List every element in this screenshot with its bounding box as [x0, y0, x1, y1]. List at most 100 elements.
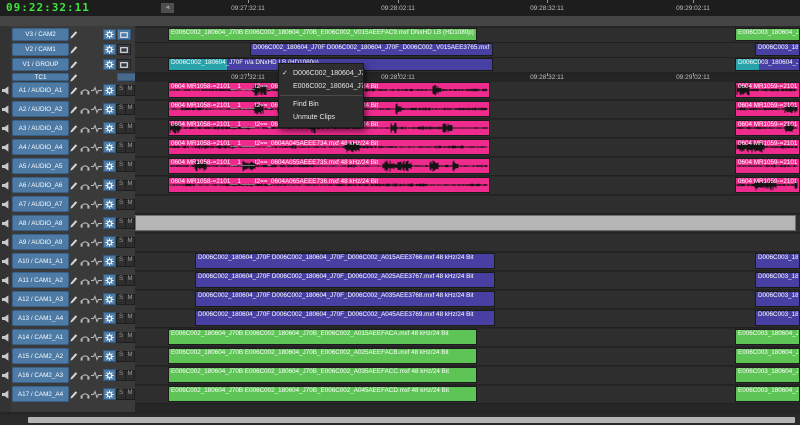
gear-icon[interactable] — [103, 350, 116, 362]
clip-A8-left[interactable] — [135, 215, 796, 231]
clip-A11-left[interactable]: D006C002_180604_J70F D006C002_180604_J70… — [195, 272, 495, 288]
clip-A3-right[interactable]: 0604 MR1059-=2101 — [735, 120, 800, 136]
clip-A15-right[interactable]: E006C003_180604_J7 — [735, 348, 800, 364]
clip-V3-right[interactable]: E006C003_180604_J7 — [735, 28, 800, 41]
pencil-icon[interactable] — [69, 120, 78, 137]
pencil-icon[interactable] — [69, 367, 78, 384]
pencil-icon[interactable] — [69, 139, 78, 156]
monitor-icon[interactable] — [117, 44, 131, 55]
mute-button[interactable]: M — [125, 351, 135, 362]
menu-item-find-bin[interactable]: Find Bin — [279, 98, 363, 111]
gear-icon[interactable] — [103, 312, 116, 324]
gear-icon[interactable] — [103, 179, 116, 191]
gear-icon[interactable] — [103, 141, 116, 153]
pencil-icon[interactable] — [69, 73, 78, 82]
speaker-icon[interactable] — [1, 386, 11, 403]
menu-item-clip[interactable]: ✓D006C002_180604_J70F — [279, 67, 363, 80]
track-label-A16[interactable]: A16 / CAM2_A3 — [12, 367, 69, 383]
gear-icon[interactable] — [103, 59, 116, 70]
clip-V2-right[interactable]: D006C003_18 — [755, 43, 800, 56]
headphones-icon[interactable] — [80, 329, 90, 346]
gear-icon[interactable] — [103, 236, 116, 248]
speaker-icon[interactable] — [1, 215, 11, 232]
pencil-icon[interactable] — [69, 101, 78, 118]
track-label-A2[interactable]: A2 / AUDIO_A2 — [12, 101, 69, 117]
pencil-icon[interactable] — [69, 158, 78, 175]
pencil-icon[interactable] — [69, 215, 78, 232]
pencil-icon[interactable] — [69, 291, 78, 308]
audio-patch-icon[interactable] — [91, 158, 102, 175]
audio-patch-icon[interactable] — [91, 215, 102, 232]
clip-A14-left[interactable]: E006C002_180604_J70B E006C002_180604_J70… — [168, 329, 477, 345]
mute-button[interactable]: M — [125, 180, 135, 191]
gear-icon[interactable] — [103, 274, 116, 286]
track-label-A9[interactable]: A9 / AUDIO_A9 — [12, 234, 69, 250]
mute-button[interactable]: M — [125, 237, 135, 248]
clip-A2-right[interactable]: 0604 MR1059-=2101 — [735, 101, 800, 117]
speaker-icon[interactable] — [1, 348, 11, 365]
clip-A13-left[interactable]: D006C002_180604_J70F D006C002_180604_J70… — [195, 310, 495, 326]
clip-A12-left[interactable]: D006C002_180604_J70F D006C002_180604_J70… — [195, 291, 495, 307]
track-label-A1[interactable]: A1 / AUDIO_A1 — [12, 82, 69, 98]
track-label-A17[interactable]: A17 / CAM2_A4 — [12, 386, 69, 402]
track-label-A3[interactable]: A3 / AUDIO_A3 — [12, 120, 69, 136]
mute-button[interactable]: M — [125, 275, 135, 286]
speaker-icon[interactable] — [1, 367, 11, 384]
mute-button[interactable]: M — [125, 123, 135, 134]
gear-icon[interactable] — [103, 388, 116, 400]
clip-V2-left[interactable]: D006C002_180604_J70F D006C002_180604_J70… — [250, 43, 493, 56]
clip-A13-right[interactable]: D006C003_18 — [755, 310, 800, 326]
headphones-icon[interactable] — [80, 253, 90, 270]
mute-button[interactable]: M — [125, 294, 135, 305]
audio-patch-icon[interactable] — [91, 348, 102, 365]
clip-A5-left[interactable]: 0604 MR1058-=2101__1____t2==_0604A055AEE… — [168, 158, 490, 174]
speaker-icon[interactable] — [1, 272, 11, 289]
pencil-icon[interactable] — [69, 43, 78, 57]
gear-icon[interactable] — [103, 122, 116, 134]
menu-item-unmute-clips[interactable]: Unmute Clips — [279, 111, 363, 124]
gear-icon[interactable] — [103, 369, 116, 381]
scrollbar-thumb[interactable] — [28, 417, 795, 423]
audio-patch-icon[interactable] — [91, 234, 102, 251]
headphones-icon[interactable] — [80, 291, 90, 308]
audio-patch-icon[interactable] — [91, 310, 102, 327]
clip-A11-right[interactable]: D006C003_18 — [755, 272, 800, 288]
headphones-icon[interactable] — [80, 272, 90, 289]
pencil-icon[interactable] — [69, 253, 78, 270]
mute-button[interactable]: M — [125, 85, 135, 96]
mute-button[interactable]: M — [125, 332, 135, 343]
speaker-icon[interactable] — [1, 139, 11, 156]
speaker-icon[interactable] — [1, 253, 11, 270]
track-label-A8[interactable]: A8 / AUDIO_A8 — [12, 215, 69, 231]
headphones-icon[interactable] — [80, 120, 90, 137]
track-label-TC1[interactable]: TC1 — [12, 73, 69, 81]
headphones-icon[interactable] — [80, 82, 90, 99]
track-label-A7[interactable]: A7 / AUDIO_A7 — [12, 196, 69, 212]
track-label-A11[interactable]: A11 / CAM1_A2 — [12, 272, 69, 288]
clip-V3-left[interactable]: E006C002_180604_J70B E006C002_180604_J70… — [168, 28, 477, 41]
gear-icon[interactable] — [103, 255, 116, 267]
clip-A17-right[interactable]: E006C003_180604_J7 — [735, 386, 800, 402]
clip-A16-right[interactable]: E006C003_180604_J7 — [735, 367, 800, 383]
gear-icon[interactable] — [103, 217, 116, 229]
gear-icon[interactable] — [103, 84, 116, 96]
audio-patch-icon[interactable] — [91, 120, 102, 137]
audio-patch-icon[interactable] — [91, 367, 102, 384]
headphones-icon[interactable] — [80, 386, 90, 403]
mute-button[interactable]: M — [125, 389, 135, 400]
audio-patch-icon[interactable] — [91, 139, 102, 156]
clip-A12-right[interactable]: D006C003_18 — [755, 291, 800, 307]
speaker-icon[interactable] — [1, 101, 11, 118]
clip-A4-right[interactable]: 0604 MR1059-=2101 — [735, 139, 800, 155]
audio-patch-icon[interactable] — [91, 253, 102, 270]
pencil-icon[interactable] — [69, 82, 78, 99]
audio-patch-icon[interactable] — [91, 329, 102, 346]
track-label-A4[interactable]: A4 / AUDIO_A4 — [12, 139, 69, 155]
track-label-A14[interactable]: A14 / CAM2_A1 — [12, 329, 69, 345]
clip-A6-left[interactable]: 0604 MR1058-=2101__1____t2==_0604A065AEE… — [168, 177, 490, 193]
speaker-icon[interactable] — [1, 329, 11, 346]
clip-A10-right[interactable]: D006C003_18 — [755, 253, 800, 269]
gear-icon[interactable] — [103, 29, 116, 40]
gear-icon[interactable] — [103, 103, 116, 115]
gear-icon[interactable] — [103, 293, 116, 305]
